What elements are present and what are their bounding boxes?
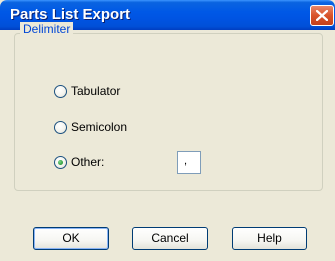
delimiter-group-label: Delimiter <box>20 22 74 36</box>
other-delimiter-input[interactable]: , <box>177 151 201 174</box>
close-button[interactable] <box>310 5 334 26</box>
radio-selected-dot <box>58 160 63 165</box>
radio-tabulator[interactable] <box>54 85 67 98</box>
window-title: Parts List Export <box>10 6 131 23</box>
close-icon <box>316 10 328 21</box>
radio-semicolon-label[interactable]: Semicolon <box>71 120 127 134</box>
help-button[interactable]: Help <box>232 227 307 250</box>
ok-button[interactable]: OK <box>33 227 109 250</box>
radio-other[interactable] <box>54 156 67 169</box>
cancel-button[interactable]: Cancel <box>132 227 208 250</box>
radio-tabulator-label[interactable]: Tabulator <box>71 84 120 98</box>
radio-other-label[interactable]: Other: <box>71 155 104 169</box>
radio-semicolon[interactable] <box>54 121 67 134</box>
